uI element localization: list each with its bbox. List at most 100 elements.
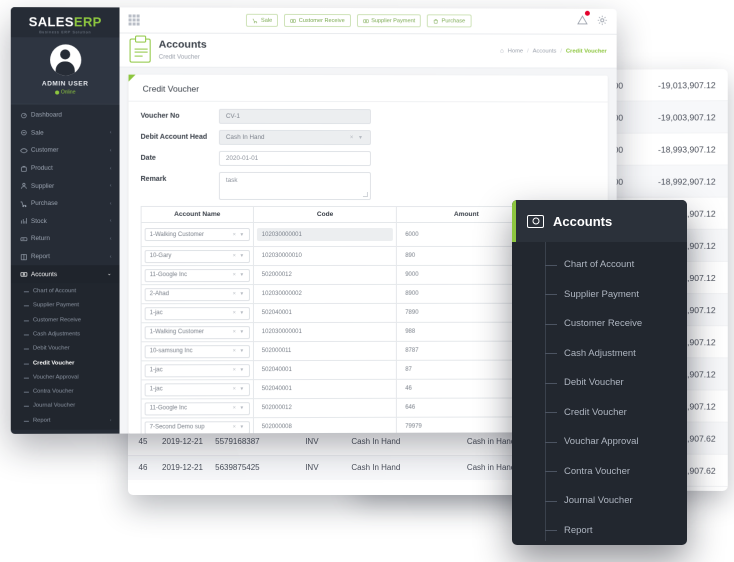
code-input[interactable]: 502040001 (257, 306, 393, 319)
code-value: 502000008 (262, 424, 292, 430)
sidebar-subitem-label: Chart of Account (33, 288, 112, 294)
quick-action-supplier-payment[interactable]: Supplier Payment (357, 14, 422, 27)
debit-account-head-input[interactable]: Cash In Hand× ▾ (219, 130, 371, 145)
code-input[interactable]: 102030000002 (257, 287, 393, 300)
quick-action-purchase[interactable]: Purchase (427, 14, 471, 27)
floating-menu-item-debit-voucher[interactable]: Debit Voucher (512, 368, 687, 398)
floating-menu-item-chart-of-account[interactable]: Chart of Account (512, 250, 687, 280)
form-control-remark: task (219, 172, 371, 200)
clear-and-chevron-icon[interactable]: × ▾ (233, 272, 245, 278)
clear-and-chevron-icon[interactable]: × ▾ (233, 329, 245, 335)
account-name-select[interactable]: 1-jac× ▾ (145, 307, 250, 320)
quick-action-label: Supplier Payment (371, 18, 415, 24)
sidebar-subitem-report[interactable]: Report‹ (11, 413, 120, 428)
breadcrumb-item-accounts[interactable]: Accounts (533, 48, 557, 54)
quick-action-customer-receive[interactable]: Customer Receive (284, 14, 350, 27)
account-name-select[interactable]: 1-jac× ▾ (145, 383, 250, 396)
account-name-select[interactable]: 10-Gary× ▾ (145, 250, 250, 263)
sidebar-item-return[interactable]: Return‹ (11, 230, 120, 248)
sidebar-item-stock[interactable]: Stock‹ (11, 213, 120, 231)
floating-menu-item-supplier-payment[interactable]: Supplier Payment (512, 280, 687, 310)
clear-and-chevron-icon[interactable]: × ▾ (233, 310, 245, 316)
sidebar-item-sale[interactable]: Sale‹ (11, 124, 120, 142)
amount-value: 988 (405, 329, 415, 335)
code-input[interactable]: 502000008 (257, 420, 393, 433)
sidebar-item-purchase[interactable]: Purchase‹ (11, 195, 120, 213)
sidebar-subitem-supplier-payment[interactable]: Supplier Payment (11, 298, 120, 312)
floating-menu-item-cash-adjustment[interactable]: Cash Adjustment (512, 339, 687, 369)
sidebar-item-dashboard[interactable]: Dashboard (11, 107, 120, 125)
sidebar-subitem-journal-voucher[interactable]: Journal Voucher (11, 399, 120, 414)
account-name-select[interactable]: 11-Google Inc × ▾ (145, 402, 250, 415)
date-value: 2020-01-01 (226, 155, 258, 162)
account-name-select[interactable]: 1-Walking Customer× ▾ (145, 326, 250, 339)
sidebar-item-product[interactable]: Product‹ (11, 160, 120, 178)
topbar: Sale Customer Receive Supplier Payment Purc… (120, 7, 617, 34)
clear-and-chevron-icon[interactable]: × ▾ (233, 348, 245, 354)
sidebar-subitem-cash-adjustments[interactable]: Cash Adjustments (11, 327, 120, 342)
floating-menu-item-vouchar-approval[interactable]: Vouchar Approval (512, 427, 687, 457)
sidebar-subitem-customer-receive[interactable]: Customer Receive (11, 313, 120, 327)
floating-menu-item-contra-voucher[interactable]: Contra Voucher (512, 457, 687, 487)
code-input[interactable]: 502040001 (257, 363, 393, 376)
sidebar-subitem-debit-voucher[interactable]: Debit Voucher (11, 341, 120, 356)
clear-and-chevron-icon[interactable]: × ▾ (350, 134, 364, 141)
remark-input[interactable]: task (219, 172, 371, 200)
code-input[interactable]: 102030000001 (257, 325, 393, 338)
account-name-select[interactable]: 10-samsung Inc× ▾ (145, 345, 250, 358)
cell-account-name: 7-Second Demo sup × ▾ (141, 418, 253, 434)
code-input[interactable]: 502040001 (257, 382, 393, 395)
amount-value: 890 (405, 253, 415, 259)
sidebar-item-label: Report (31, 253, 110, 260)
sidebar-subitem-chart-of-account[interactable]: Chart of Account (11, 284, 120, 298)
account-name-value: 11-Google Inc (150, 405, 187, 411)
accounts-icon (20, 270, 31, 278)
clear-and-chevron-icon[interactable]: × ▾ (233, 367, 245, 373)
floating-menu-item-journal-voucher[interactable]: Journal Voucher (512, 486, 687, 516)
clear-and-chevron-icon[interactable]: × ▾ (233, 424, 245, 430)
sidebar-subitem-label: Supplier Payment (33, 303, 112, 309)
transaction-ref: 5639875425 (211, 455, 301, 480)
gear-icon[interactable] (597, 12, 608, 30)
alert-bell-icon[interactable] (577, 12, 588, 30)
sidebar-item-bank[interactable]: Bank‹ (11, 429, 120, 433)
code-value: 102030000001 (262, 232, 302, 238)
sidebar-profile[interactable]: ADMIN USER Online (11, 37, 120, 104)
code-input[interactable]: 502000011 (257, 344, 393, 357)
floating-menu-item-customer-receive[interactable]: Customer Receive (512, 309, 687, 339)
cell-code: 502040001 (253, 379, 396, 398)
cart-icon (252, 17, 258, 23)
account-name-value: 2-Ahad (150, 291, 169, 297)
clear-and-chevron-icon[interactable]: × ▾ (233, 253, 245, 259)
sidebar-subitem-credit-voucher[interactable]: Credit Voucher (11, 356, 120, 371)
sidebar-subitem-voucher-approval[interactable]: Voucher Approval (11, 370, 120, 385)
clear-and-chevron-icon[interactable]: × ▾ (233, 386, 245, 392)
clear-and-chevron-icon[interactable]: × ▾ (233, 291, 245, 297)
ledger-balance: -19,013,907.12 (623, 80, 716, 90)
grid-menu-icon[interactable] (129, 14, 140, 25)
account-name-select[interactable]: 7-Second Demo sup × ▾ (145, 421, 250, 434)
clear-and-chevron-icon[interactable]: × ▾ (233, 405, 245, 411)
voucher-no-input[interactable]: CV-1 (219, 109, 371, 124)
floating-menu-item-report[interactable]: Report (512, 516, 687, 546)
sidebar-item-accounts[interactable]: Accounts⌄ (11, 265, 120, 283)
code-input[interactable]: 502000012 (257, 268, 393, 281)
code-input[interactable]: 102030000010 (257, 249, 393, 262)
code-input[interactable]: 102030000001 (257, 228, 393, 241)
sidebar-item-report[interactable]: Report‹ (11, 248, 120, 266)
sidebar-item-supplier[interactable]: Supplier‹ (11, 177, 120, 195)
account-name-select[interactable]: 1-Walking Customer× ▾ (145, 228, 250, 241)
sidebar-item-customer[interactable]: Customer‹ (11, 142, 120, 160)
date-input[interactable]: 2020-01-01 (219, 151, 371, 166)
sidebar-subitem-contra-voucher[interactable]: Contra Voucher (11, 384, 120, 399)
clear-and-chevron-icon[interactable]: × ▾ (233, 232, 245, 238)
code-input[interactable]: 502000012 (257, 401, 393, 414)
account-name-select[interactable]: 11-Google Inc× ▾ (145, 269, 250, 282)
breadcrumb-item-home[interactable]: Home (508, 48, 523, 54)
floating-menu-item-credit-voucher[interactable]: Credit Voucher (512, 398, 687, 428)
account-name-value: 7-Second Demo sup (150, 424, 205, 430)
quick-action-sale[interactable]: Sale (246, 14, 278, 27)
app-logo[interactable]: SALESERP Business ERP Solution (11, 7, 120, 37)
account-name-select[interactable]: 1-jac× ▾ (145, 364, 250, 377)
account-name-select[interactable]: 2-Ahad × ▾ (145, 288, 250, 301)
